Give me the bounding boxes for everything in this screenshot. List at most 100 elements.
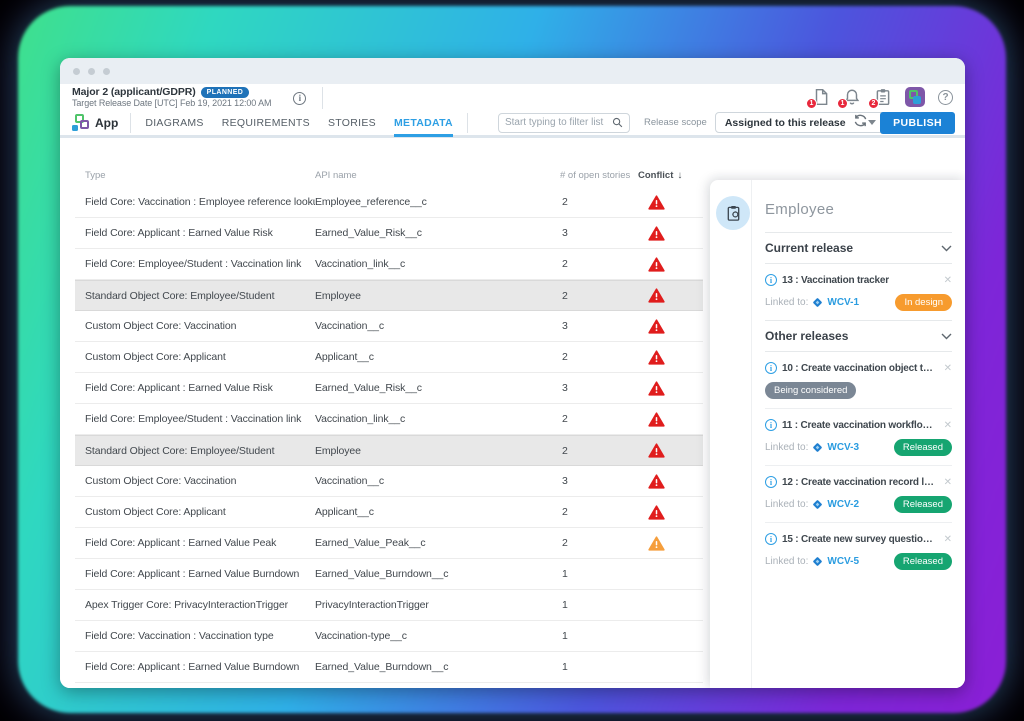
user-avatar[interactable] — [905, 87, 925, 107]
chevron-down-icon[interactable] — [941, 327, 952, 345]
table-row[interactable]: Field Core: Applicant : Earned Value Pea… — [75, 528, 703, 559]
table-row[interactable]: Field Core: Employee/Student : Vaccinati… — [75, 404, 703, 435]
status-badge: Released — [894, 439, 952, 456]
close-icon[interactable]: ✕ — [944, 534, 952, 545]
cell-type: Field Core: Applicant : Earned Value Ris… — [75, 227, 315, 239]
tab-diagrams[interactable]: DIAGRAMS — [145, 112, 203, 137]
table-row[interactable]: Field Core: Applicant : Earned Value Bur… — [75, 559, 703, 590]
cell-conflict — [638, 319, 703, 334]
cell-conflict — [638, 381, 703, 396]
info-icon[interactable]: i — [765, 274, 777, 286]
story-title[interactable]: 11 : Create vaccination workflows — [782, 420, 935, 431]
story-link[interactable]: WCV-2 — [827, 499, 859, 510]
column-header-conflict[interactable]: Conflict ↓ — [638, 170, 703, 181]
cell-open-stories: 2 — [560, 506, 638, 518]
conflict-warning-icon[interactable] — [648, 226, 665, 241]
cell-conflict — [638, 288, 703, 303]
story-link[interactable]: WCV-3 — [827, 442, 859, 453]
window-dot-2[interactable] — [88, 68, 95, 75]
publish-button[interactable]: PUBLISH — [880, 112, 955, 134]
panel-body: Employee Current release i 13 : Vaccinat… — [753, 180, 965, 579]
linked-to-label: Linked to: — [765, 442, 808, 453]
notifications-button[interactable]: 1 — [843, 88, 861, 106]
info-icon[interactable]: i — [765, 476, 777, 488]
sort-descending-icon: ↓ — [677, 170, 682, 181]
table-row[interactable]: Custom Object Core: Vaccination Vaccinat… — [75, 311, 703, 342]
cell-open-stories: 3 — [560, 227, 638, 239]
conflict-warning-icon[interactable] — [648, 381, 665, 396]
conflict-warning-icon[interactable] — [648, 443, 665, 458]
tab-requirements[interactable]: REQUIREMENTS — [222, 112, 310, 137]
close-icon[interactable]: ✕ — [944, 275, 952, 286]
refresh-button[interactable] — [853, 113, 868, 133]
story-link[interactable]: WCV-5 — [827, 556, 859, 567]
linked-to-label: Linked to: — [765, 556, 808, 567]
conflict-warning-icon[interactable] — [648, 350, 665, 365]
column-header-api-name[interactable]: API name — [315, 170, 560, 181]
window-dot-1[interactable] — [73, 68, 80, 75]
story-title[interactable]: 12 : Create vaccination record linked to… — [782, 477, 935, 488]
conflict-warning-icon[interactable] — [648, 195, 665, 210]
cell-api-name: Vaccination-type__c — [315, 630, 560, 642]
table-row[interactable]: Field Core: Applicant : Earned Value Bur… — [75, 652, 703, 683]
conflict-warning-icon[interactable] — [648, 319, 665, 334]
table-row[interactable]: Custom Object Core: Vaccination Vaccinat… — [75, 466, 703, 497]
panel-sections: Current release i 13 : Vaccination track… — [765, 232, 952, 579]
table-row[interactable]: Field Core: Employee/Student : Vaccinati… — [75, 249, 703, 280]
help-icon[interactable]: ? — [938, 90, 953, 105]
table-row[interactable]: Field Core: Vaccination : Employee refer… — [75, 187, 703, 218]
story-card[interactable]: i 11 : Create vaccination workflows ✕ Li… — [765, 409, 952, 466]
cell-api-name: Earned_Value_Peak__c — [315, 537, 560, 549]
story-type-icon — [812, 556, 823, 567]
column-header-open-stories[interactable]: # of open stories — [560, 170, 638, 181]
conflict-warning-icon[interactable] — [648, 536, 665, 551]
table-row[interactable]: Field Core: Applicant : Earned Value Ris… — [75, 373, 703, 404]
app-window: Major 2 (applicant/GDPR) PLANNED Target … — [60, 58, 965, 688]
cell-conflict — [638, 226, 703, 241]
story-link[interactable]: WCV-1 — [827, 297, 859, 308]
story-card[interactable]: i 10 : Create vaccination object that tr… — [765, 352, 952, 409]
cell-api-name: Applicant__c — [315, 506, 560, 518]
info-icon[interactable]: i — [293, 92, 306, 105]
table-row[interactable]: Field Core: Vaccination : Vaccination ty… — [75, 621, 703, 652]
table-row[interactable]: Standard Object Core: Employee/Student E… — [75, 280, 703, 311]
conflict-warning-icon[interactable] — [648, 257, 665, 272]
release-notes-button[interactable]: 1 — [812, 88, 830, 106]
info-icon[interactable]: i — [765, 533, 777, 545]
story-card[interactable]: i 15 : Create new survey questions for v… — [765, 523, 952, 579]
table-row[interactable]: Custom Object Core: Applicant Applicant_… — [75, 497, 703, 528]
column-header-type[interactable]: Type — [75, 170, 315, 181]
story-title[interactable]: 10 : Create vaccination object that trac… — [782, 363, 935, 374]
section-header[interactable]: Other releases — [765, 320, 952, 352]
table-row[interactable]: Standard Object Core: Employee/Student E… — [75, 435, 703, 466]
table-row[interactable]: Apex Trigger Core: PrivacyInteractionTri… — [75, 590, 703, 621]
table-row[interactable]: Custom Object Core: Applicant Applicant_… — [75, 342, 703, 373]
story-title[interactable]: 13 : Vaccination tracker — [782, 275, 935, 286]
window-dot-3[interactable] — [103, 68, 110, 75]
conflict-header-label: Conflict — [638, 170, 673, 181]
story-card[interactable]: i 13 : Vaccination tracker ✕ Linked to: … — [765, 264, 952, 320]
filter-search-box[interactable] — [498, 113, 630, 133]
story-card[interactable]: i 12 : Create vaccination record linked … — [765, 466, 952, 523]
cell-open-stories: 1 — [560, 599, 638, 611]
changes-button[interactable]: 2 — [874, 88, 892, 106]
close-icon[interactable]: ✕ — [944, 420, 952, 431]
chevron-down-icon[interactable] — [941, 239, 952, 257]
info-icon[interactable]: i — [765, 419, 777, 431]
close-icon[interactable]: ✕ — [944, 477, 952, 488]
table-row[interactable]: Field Core: Applicant : Earned Value Ris… — [75, 218, 703, 249]
conflict-warning-icon[interactable] — [648, 474, 665, 489]
tab-stories[interactable]: STORIES — [328, 112, 376, 137]
section-header[interactable]: Current release — [765, 232, 952, 264]
conflict-warning-icon[interactable] — [648, 288, 665, 303]
close-icon[interactable]: ✕ — [944, 363, 952, 374]
story-title[interactable]: 15 : Create new survey questions for vac… — [782, 534, 935, 545]
info-icon[interactable]: i — [765, 362, 777, 374]
filter-search-input[interactable] — [505, 117, 612, 128]
conflict-warning-icon[interactable] — [648, 412, 665, 427]
cell-type: Field Core: Vaccination : Employee refer… — [75, 196, 315, 208]
cell-api-name: Earned_Value_Risk__c — [315, 382, 560, 394]
cell-type: Field Core: Applicant : Earned Value Ris… — [75, 382, 315, 394]
conflict-warning-icon[interactable] — [648, 505, 665, 520]
tab-metadata[interactable]: METADATA — [394, 112, 453, 137]
